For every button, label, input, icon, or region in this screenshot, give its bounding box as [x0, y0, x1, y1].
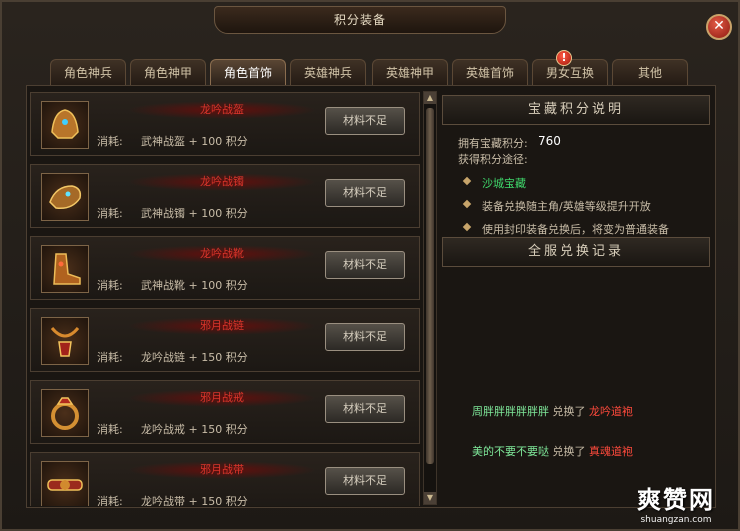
- boots-icon: [41, 245, 89, 293]
- tab-hero-weapon[interactable]: 英雄神兵: [290, 59, 366, 85]
- ring-icon: [41, 389, 89, 437]
- reward-name: 龙吟道袍: [589, 405, 633, 418]
- cost-label: 消耗:: [97, 279, 123, 292]
- list-item: 邪月战戒 消耗: 龙吟战戒 + 150 积分 材料不足: [30, 380, 420, 444]
- watermark-logo: 爽赞网: [637, 486, 715, 514]
- log-verb: 兑换了: [552, 405, 586, 418]
- method-text: 使用封印装备兑换后，将变为普通装备: [482, 223, 669, 236]
- cost-label: 消耗:: [97, 495, 123, 506]
- scroll-up-icon[interactable]: ▲: [424, 92, 436, 104]
- list-item: 龙吟战镯 消耗: 武神战镯 + 100 积分 材料不足: [30, 164, 420, 228]
- scroll-down-icon[interactable]: ▼: [424, 492, 436, 504]
- tab-hero-jewelry[interactable]: 英雄首饰: [452, 59, 528, 85]
- cost-label: 消耗:: [97, 351, 123, 364]
- reward-name: 真魂道袍: [589, 445, 633, 458]
- list-item: 龙吟战靴 消耗: 武神战靴 + 100 积分 材料不足: [30, 236, 420, 300]
- exchange-button[interactable]: 材料不足: [325, 395, 405, 423]
- tab-other[interactable]: 其他: [612, 59, 688, 85]
- cost-label: 消耗:: [97, 423, 123, 436]
- scroll-thumb[interactable]: [426, 108, 434, 464]
- item-name: 邪月战带: [127, 461, 317, 479]
- item-name: 邪月战链: [127, 317, 317, 335]
- item-name: 龙吟战镯: [127, 173, 317, 191]
- points-equipment-window: 积分装备 ✕ 角色神兵 角色神甲 角色首饰 英雄神兵 英雄神甲 英雄首饰 男女互…: [0, 0, 740, 531]
- cost-text: 武神战盔 + 100 积分: [141, 135, 248, 148]
- watermark-url: shuangzan.com: [640, 515, 712, 525]
- bullet-icon: [462, 176, 472, 186]
- alert-icon: !: [556, 50, 572, 66]
- cost-text: 武神战靴 + 100 积分: [141, 279, 248, 292]
- necklace-icon: [41, 317, 89, 365]
- cost-text: 龙吟战戒 + 150 积分: [141, 423, 248, 436]
- watermark: 爽赞网 shuangzan.com: [620, 480, 732, 530]
- log-entry: 周胖胖胖胖胖胖 兑换了 龙吟道袍: [472, 403, 633, 419]
- log-entry: 美的不要不要哒 兑换了 真魂道袍: [472, 443, 633, 459]
- owned-points-label: 拥有宝藏积分:: [458, 137, 528, 150]
- player-name: 美的不要不要哒: [472, 445, 549, 458]
- list-scrollbar[interactable]: ▲ ▼: [423, 91, 437, 505]
- cost-text: 龙吟战链 + 150 积分: [141, 351, 248, 364]
- side-panel: 宝藏积分说明 拥有宝藏积分: 760 获得积分途径: 沙城宝藏 装备兑换随主角/…: [442, 91, 710, 506]
- log-header: 全服兑换记录: [442, 237, 710, 267]
- exchange-button[interactable]: 材料不足: [325, 251, 405, 279]
- cost-text: 龙吟战带 + 150 积分: [141, 495, 248, 506]
- exchange-button[interactable]: 材料不足: [325, 179, 405, 207]
- method-text: 装备兑换随主角/英雄等级提升开放: [482, 200, 651, 213]
- bracelet-icon: [41, 173, 89, 221]
- exchange-button[interactable]: 材料不足: [325, 467, 405, 495]
- item-name: 邪月战戒: [127, 389, 317, 407]
- cost-text: 武神战镯 + 100 积分: [141, 207, 248, 220]
- item-name: 龙吟战靴: [127, 245, 317, 263]
- list-item: 龙吟战盔 消耗: 武神战盔 + 100 积分 材料不足: [30, 92, 420, 156]
- methods-label: 获得积分途径:: [458, 153, 528, 166]
- helmet-icon: [41, 101, 89, 149]
- list-item: 邪月战链 消耗: 龙吟战链 + 150 积分 材料不足: [30, 308, 420, 372]
- tab-hero-armor[interactable]: 英雄神甲: [372, 59, 448, 85]
- owned-points-value: 760: [538, 134, 561, 148]
- equipment-list: 龙吟战盔 消耗: 武神战盔 + 100 积分 材料不足 龙吟战镯 消耗: 武神战…: [30, 92, 420, 506]
- cost-label: 消耗:: [97, 207, 123, 220]
- list-item: 邪月战带 消耗: 龙吟战带 + 150 积分 材料不足: [30, 452, 420, 506]
- belt-icon: [41, 461, 89, 506]
- info-header: 宝藏积分说明: [442, 95, 710, 125]
- close-icon[interactable]: ✕: [706, 14, 732, 40]
- tab-role-armor[interactable]: 角色神甲: [130, 59, 206, 85]
- item-name: 龙吟战盔: [127, 101, 317, 119]
- player-name: 周胖胖胖胖胖胖: [472, 405, 549, 418]
- tab-role-weapon[interactable]: 角色神兵: [50, 59, 126, 85]
- exchange-button[interactable]: 材料不足: [325, 323, 405, 351]
- cost-label: 消耗:: [97, 135, 123, 148]
- bullet-icon: [462, 222, 472, 232]
- method-text: 沙城宝藏: [482, 177, 526, 190]
- window-title: 积分装备: [214, 6, 506, 34]
- tab-role-jewelry[interactable]: 角色首饰: [210, 59, 286, 85]
- exchange-button[interactable]: 材料不足: [325, 107, 405, 135]
- bullet-icon: [462, 199, 472, 209]
- category-tabs: 角色神兵 角色神甲 角色首饰 英雄神兵 英雄神甲 英雄首饰 男女互换 其他 !: [50, 50, 690, 85]
- log-verb: 兑换了: [552, 445, 586, 458]
